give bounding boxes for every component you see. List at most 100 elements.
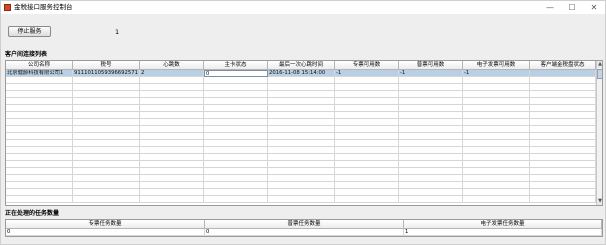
table-cell-empty[interactable] [73, 168, 140, 175]
table-cell-empty[interactable] [335, 133, 399, 140]
table-cell-empty[interactable] [268, 147, 335, 154]
table-cell-empty[interactable] [204, 126, 268, 133]
table-row-empty[interactable] [6, 126, 596, 133]
table-cell-empty[interactable] [463, 77, 530, 84]
table-cell-empty[interactable] [204, 182, 268, 189]
table-cell-empty[interactable] [530, 182, 596, 189]
table-cell-empty[interactable] [73, 126, 140, 133]
table-cell-empty[interactable] [6, 154, 73, 161]
table-cell-empty[interactable] [335, 168, 399, 175]
table-cell-empty[interactable] [268, 119, 335, 126]
table-cell-empty[interactable] [268, 154, 335, 161]
table-cell-empty[interactable] [399, 105, 463, 112]
cell-main-card-status[interactable]: 0 [204, 70, 268, 77]
table-cell-empty[interactable] [335, 105, 399, 112]
col-main-card-status[interactable]: 主卡状态 [204, 61, 268, 70]
table-cell-empty[interactable] [463, 84, 530, 91]
table-cell-empty[interactable] [530, 105, 596, 112]
table-cell-empty[interactable] [530, 189, 596, 196]
table-row-empty[interactable] [6, 189, 596, 196]
table-cell-empty[interactable] [6, 105, 73, 112]
table-cell-empty[interactable] [140, 168, 204, 175]
col-last-heartbeat-time[interactable]: 最后一次心跳时间 [268, 61, 335, 70]
table-cell-empty[interactable] [268, 98, 335, 105]
table-cell-empty[interactable] [399, 147, 463, 154]
table-cell-empty[interactable] [399, 126, 463, 133]
table-cell-empty[interactable] [140, 112, 204, 119]
table-cell-empty[interactable] [268, 84, 335, 91]
table-cell-empty[interactable] [268, 161, 335, 168]
table-cell-empty[interactable] [463, 112, 530, 119]
table-cell-empty[interactable] [204, 196, 268, 203]
table-row-empty[interactable] [6, 119, 596, 126]
table-cell-empty[interactable] [335, 98, 399, 105]
table-cell-empty[interactable] [73, 119, 140, 126]
table-row-empty[interactable] [6, 196, 596, 203]
table-row-empty[interactable] [6, 161, 596, 168]
table-cell-empty[interactable] [6, 126, 73, 133]
table-cell-empty[interactable] [463, 182, 530, 189]
table-cell-empty[interactable] [140, 175, 204, 182]
scroll-up-icon[interactable]: ▲ [597, 61, 602, 68]
table-cell-empty[interactable] [335, 182, 399, 189]
table-cell-empty[interactable] [140, 140, 204, 147]
table-cell-empty[interactable] [399, 91, 463, 98]
cell-normal-invoice-available[interactable]: -1 [399, 70, 463, 77]
table-cell-empty[interactable] [530, 77, 596, 84]
table-cell-empty[interactable] [140, 147, 204, 154]
cell-e-invoice-task-count[interactable]: 1 [404, 229, 602, 236]
table-cell-empty[interactable] [73, 147, 140, 154]
table-cell-empty[interactable] [6, 133, 73, 140]
table-cell-empty[interactable] [463, 161, 530, 168]
table-cell-empty[interactable] [6, 112, 73, 119]
table-cell-empty[interactable] [399, 140, 463, 147]
table-cell-empty[interactable] [463, 119, 530, 126]
table-cell-empty[interactable] [6, 168, 73, 175]
table-cell-empty[interactable] [73, 98, 140, 105]
table-cell-empty[interactable] [530, 119, 596, 126]
table-cell-empty[interactable] [268, 168, 335, 175]
col-company-name[interactable]: 公司名称 [6, 61, 73, 70]
table-cell-empty[interactable] [6, 77, 73, 84]
scroll-down-icon[interactable]: ▼ [597, 198, 602, 205]
scroll-thumb[interactable] [597, 69, 602, 79]
table-cell-empty[interactable] [335, 140, 399, 147]
client-table[interactable]: 公司名称 税号 心跳数 主卡状态 最后一次心跳时间 专票可用数 普票可用数 电子… [5, 60, 603, 206]
table-cell-empty[interactable] [73, 175, 140, 182]
table-row-empty[interactable] [6, 182, 596, 189]
table-cell-empty[interactable] [204, 147, 268, 154]
table-row-empty[interactable] [6, 77, 596, 84]
table-cell-empty[interactable] [268, 133, 335, 140]
table-cell-empty[interactable] [204, 175, 268, 182]
table-cell-empty[interactable] [140, 119, 204, 126]
col-client-tax-disk-status[interactable]: 客户端金税盘状态 [530, 61, 596, 70]
table-cell-empty[interactable] [140, 77, 204, 84]
table-cell-empty[interactable] [399, 84, 463, 91]
table-cell-empty[interactable] [399, 182, 463, 189]
col-special-task-count[interactable]: 专票任务数量 [6, 220, 205, 229]
table-cell-empty[interactable] [335, 126, 399, 133]
table-cell-empty[interactable] [204, 84, 268, 91]
table-cell-empty[interactable] [6, 84, 73, 91]
table-cell-empty[interactable] [6, 98, 73, 105]
table-cell-empty[interactable] [268, 175, 335, 182]
close-button[interactable]: ✕ [583, 1, 605, 14]
table-row-empty[interactable] [6, 84, 596, 91]
table-cell-empty[interactable] [204, 140, 268, 147]
table-cell-empty[interactable] [463, 133, 530, 140]
cell-heartbeat-count[interactable]: 2 [140, 70, 204, 77]
table-cell-empty[interactable] [399, 154, 463, 161]
table-cell-empty[interactable] [335, 91, 399, 98]
table-cell-empty[interactable] [399, 161, 463, 168]
table-row-empty[interactable] [6, 98, 596, 105]
table-cell-empty[interactable] [335, 112, 399, 119]
table-cell-empty[interactable] [463, 147, 530, 154]
table-cell-empty[interactable] [268, 196, 335, 203]
table-row[interactable]: 北京健龄科技有限公司1 9111011059396692571 2 0 2016… [6, 70, 596, 77]
table-row-empty[interactable] [6, 154, 596, 161]
table-row-empty[interactable] [6, 168, 596, 175]
table-cell-empty[interactable] [140, 105, 204, 112]
table-cell-empty[interactable] [530, 196, 596, 203]
maximize-button[interactable]: ☐ [561, 1, 583, 14]
table-cell-empty[interactable] [268, 91, 335, 98]
